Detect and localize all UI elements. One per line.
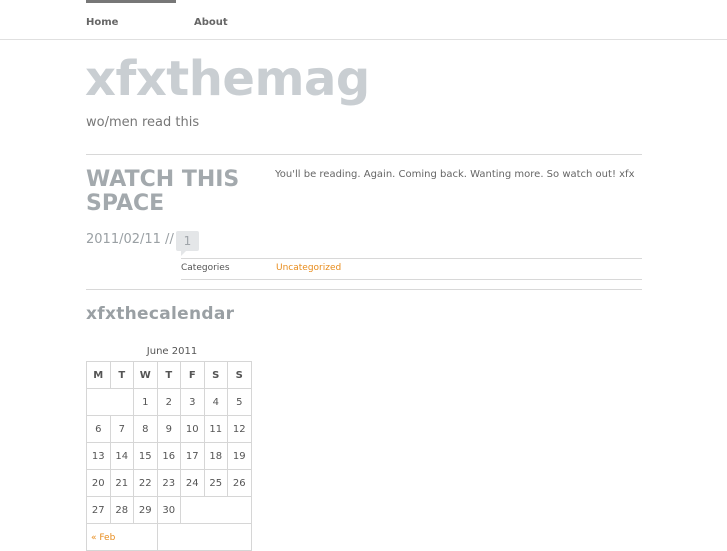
- calendar-prev-link[interactable]: « Feb: [91, 533, 115, 543]
- calendar-day: 13: [86, 442, 111, 470]
- calendar-week-row: 1 2 3 4 5: [86, 388, 252, 416]
- category-link[interactable]: Uncategorized: [276, 263, 341, 273]
- calendar-week-row: 13 14 15 16 17 18 19: [86, 442, 252, 470]
- weekday-header: M: [86, 361, 111, 389]
- calendar-day: 25: [203, 469, 228, 497]
- calendar-pad: [180, 496, 252, 524]
- calendar-day: 12: [227, 415, 252, 443]
- weekday-header: T: [109, 361, 134, 389]
- calendar-day: 14: [109, 442, 134, 470]
- weekday-header: S: [203, 361, 228, 389]
- calendar-day: 28: [109, 496, 134, 524]
- site-tagline: wo/men read this: [86, 115, 200, 130]
- weekday-header: T: [156, 361, 181, 389]
- calendar-day: 16: [156, 442, 181, 470]
- calendar-day: 15: [133, 442, 158, 470]
- calendar-day: 20: [86, 469, 111, 497]
- calendar-day: 23: [156, 469, 181, 497]
- calendar-next-cell: [156, 523, 252, 551]
- calendar-day: 27: [86, 496, 111, 524]
- calendar-caption: June 2011: [146, 346, 198, 357]
- calendar-week-row: 6 7 8 9 10 11 12: [86, 415, 252, 443]
- calendar-day: 18: [203, 442, 228, 470]
- weekday-header: F: [180, 361, 205, 389]
- calendar-day: 22: [133, 469, 158, 497]
- calendar-day: 11: [203, 415, 228, 443]
- calendar-day: 8: [133, 415, 158, 443]
- calendar-day: 7: [109, 415, 134, 443]
- calendar-day: 30: [156, 496, 181, 524]
- calendar-day: 21: [109, 469, 134, 497]
- calendar-day: 17: [180, 442, 205, 470]
- calendar-day: 6: [86, 415, 111, 443]
- weekday-header: S: [227, 361, 252, 389]
- calendar-week-row: 20 21 22 23 24 25 26: [86, 469, 252, 497]
- meta-divider: [181, 279, 642, 280]
- calendar-header-row: M T W T F S S: [86, 361, 252, 389]
- calendar-day: 2: [156, 388, 181, 416]
- nav-item-home[interactable]: Home: [86, 0, 176, 39]
- divider: [86, 154, 642, 155]
- calendar-nav-row: « Feb: [86, 523, 252, 551]
- calendar-pad: [86, 388, 134, 416]
- top-navigation: Home About: [0, 0, 727, 40]
- calendar-day: 3: [180, 388, 205, 416]
- calendar-day: 29: [133, 496, 158, 524]
- calendar-day: 10: [180, 415, 205, 443]
- site-title[interactable]: xfxthemag: [85, 55, 370, 103]
- weekday-header: W: [133, 361, 158, 389]
- divider: [86, 289, 642, 290]
- calendar-day: 4: [203, 388, 228, 416]
- post-excerpt: You'll be reading. Again. Coming back. W…: [275, 169, 635, 180]
- calendar-day: 9: [156, 415, 181, 443]
- comment-count-bubble[interactable]: 1: [176, 231, 199, 256]
- calendar-day: 19: [227, 442, 252, 470]
- calendar-day: 24: [180, 469, 205, 497]
- nav-item-about[interactable]: About: [194, 0, 254, 39]
- calendar-day: 1: [133, 388, 158, 416]
- calendar-day: 5: [227, 388, 252, 416]
- calendar-table: M T W T F S S 1 2 3 4 5 6 7 8 9 10 11 12…: [86, 361, 252, 551]
- categories-label: Categories: [181, 263, 230, 273]
- calendar-day: 26: [227, 469, 252, 497]
- calendar-prev-cell: « Feb: [86, 523, 158, 551]
- meta-divider: [181, 258, 642, 259]
- post-title[interactable]: WATCH THIS SPACE: [86, 168, 266, 216]
- post-date: 2011/02/11 //: [86, 232, 174, 247]
- calendar-widget-title: xfxthecalendar: [86, 304, 235, 324]
- calendar-week-row: 27 28 29 30: [86, 496, 252, 524]
